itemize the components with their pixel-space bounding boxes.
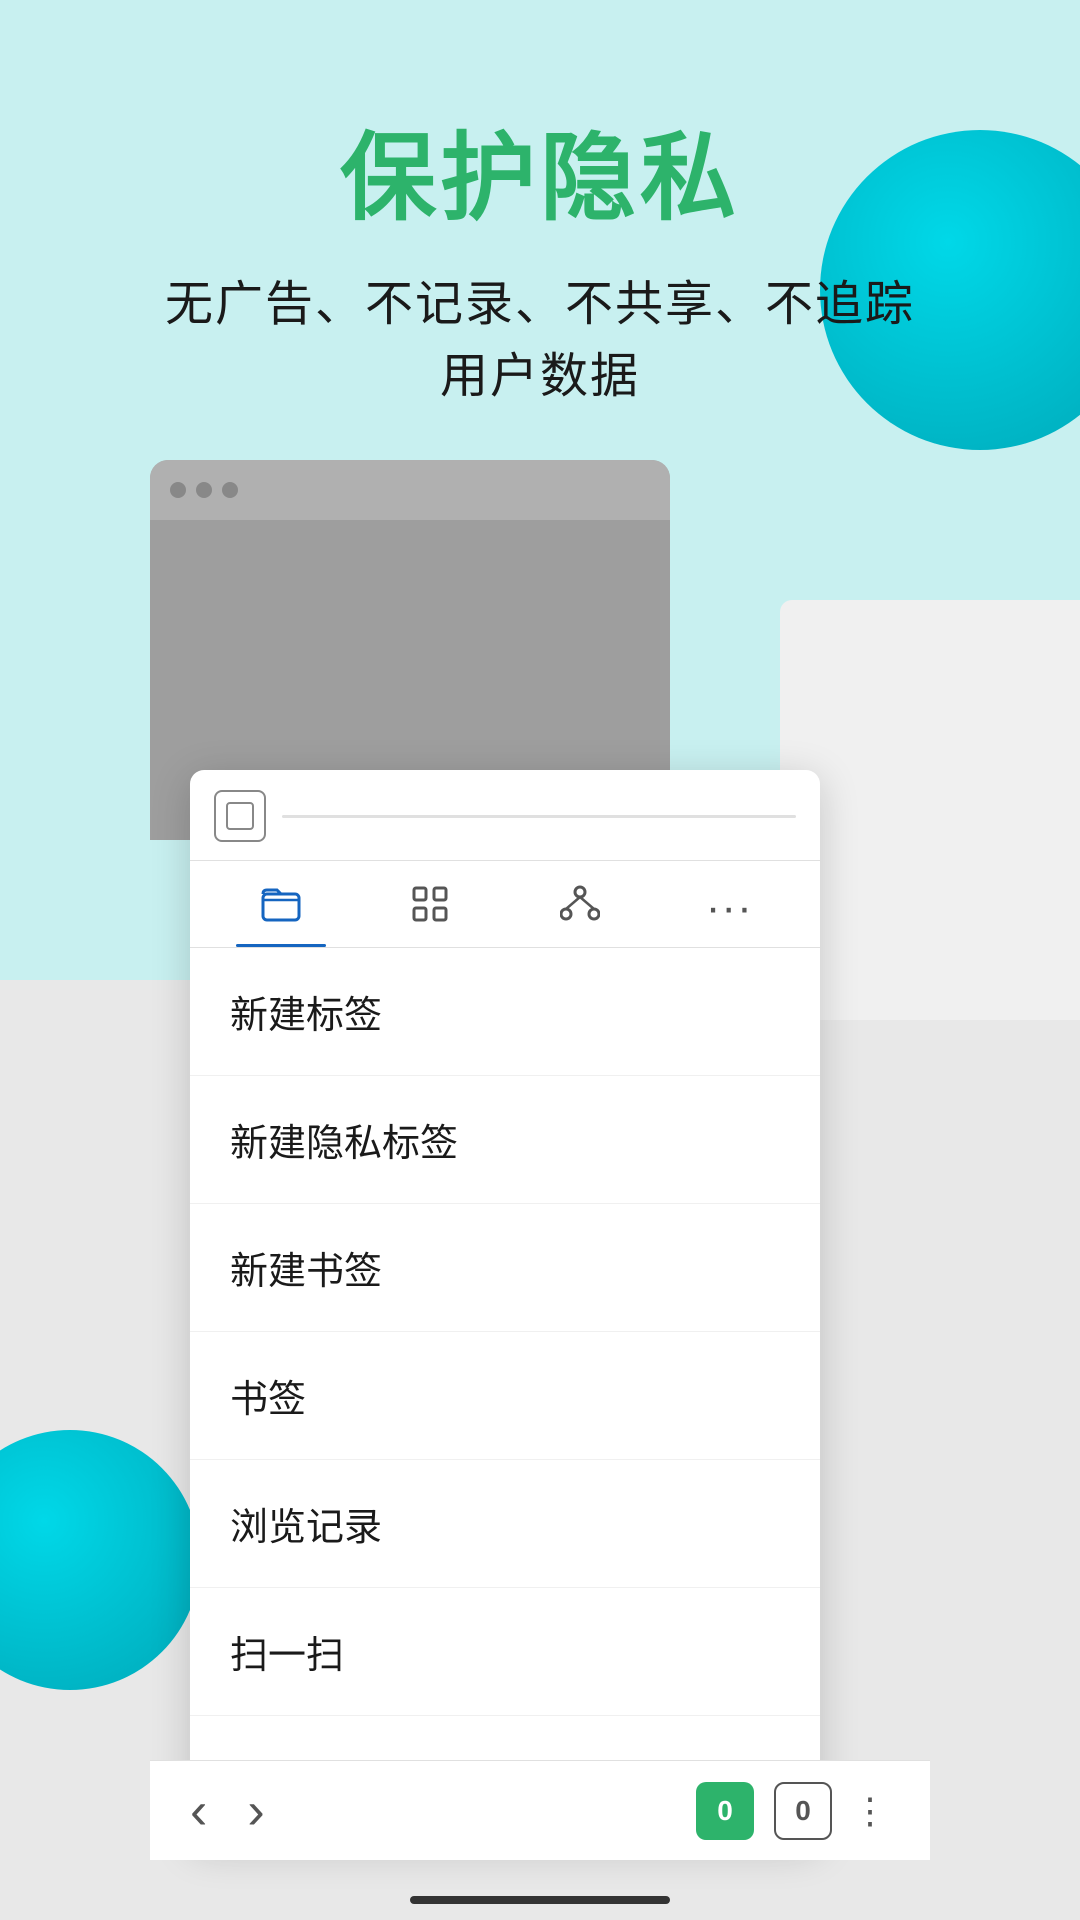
- browser-dot-2: [196, 482, 212, 498]
- tab-square-icon: [226, 802, 254, 830]
- tab-more[interactable]: ···: [655, 861, 805, 947]
- scan-icon: [410, 884, 450, 933]
- tab-count-green-label: 0: [717, 1795, 733, 1827]
- search-bar-row: [190, 770, 820, 861]
- tab-count-green-badge[interactable]: 0: [696, 1782, 754, 1840]
- menu-panel: ··· 新建标签 新建隐私标签 新建书签 书签 浏览记录 扫一扫 刷新页面: [190, 770, 820, 1843]
- subtitle-line1: 无广告、不记录、不共享、不追踪: [165, 278, 915, 331]
- subtitle-line2: 用户数据: [440, 350, 640, 403]
- search-bar-line: [282, 815, 796, 818]
- tab-bar: ···: [190, 861, 820, 948]
- tab-scan[interactable]: [356, 862, 506, 947]
- browser-title-bar: [150, 460, 670, 520]
- title-section: 保护隐私 无广告、不记录、不共享、不追踪 用户数据: [0, 100, 1080, 413]
- tab-icon-box: [214, 790, 266, 842]
- nav-right: 0 0 ⋮: [696, 1782, 890, 1840]
- tabs-icon: [261, 884, 301, 933]
- nav-forward-button[interactable]: ›: [247, 1781, 264, 1841]
- share-icon: [560, 884, 600, 933]
- tab-count-outline-badge[interactable]: 0: [774, 1782, 832, 1840]
- nav-back-button[interactable]: ‹: [190, 1781, 207, 1841]
- menu-item-new-bookmark[interactable]: 新建书签: [190, 1204, 820, 1332]
- nav-more-button[interactable]: ⋮: [852, 1790, 890, 1832]
- menu-item-history[interactable]: 浏览记录: [190, 1460, 820, 1588]
- menu-item-private-tab[interactable]: 新建隐私标签: [190, 1076, 820, 1204]
- subtitle: 无广告、不记录、不共享、不追踪 用户数据: [0, 269, 1080, 413]
- browser-dot-3: [222, 482, 238, 498]
- menu-item-bookmarks[interactable]: 书签: [190, 1332, 820, 1460]
- more-dots-icon: ···: [706, 883, 753, 933]
- bottom-nav: ‹ › 0 0 ⋮: [150, 1760, 930, 1860]
- browser-dot: [170, 482, 186, 498]
- tab-share[interactable]: [505, 862, 655, 947]
- menu-item-new-tab[interactable]: 新建标签: [190, 948, 820, 1076]
- menu-item-scan[interactable]: 扫一扫: [190, 1588, 820, 1716]
- tab-tabs[interactable]: [206, 862, 356, 947]
- nav-left: ‹ ›: [190, 1781, 265, 1841]
- main-title: 保护隐私: [0, 100, 1080, 239]
- home-indicator: [410, 1896, 670, 1904]
- tab-count-outline-label: 0: [795, 1795, 811, 1827]
- white-sheet: [780, 600, 1080, 1020]
